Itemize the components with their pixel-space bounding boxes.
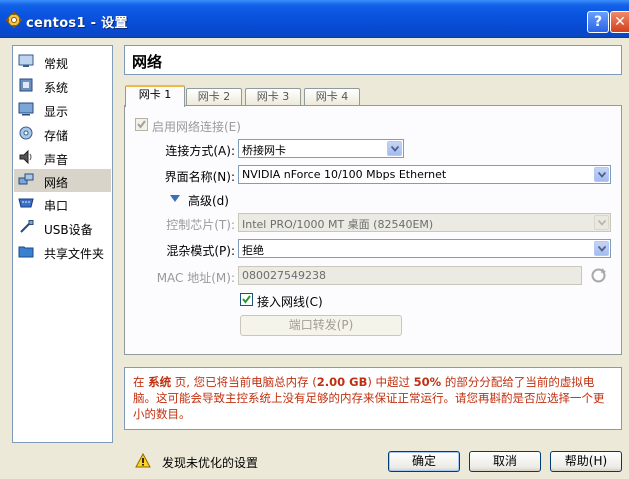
page-title: 网络 — [124, 45, 622, 75]
warning-link-system[interactable]: 系统 — [148, 375, 171, 389]
tab-adapter-1[interactable]: 网卡 1 — [125, 85, 185, 107]
warning-text: ) 中超过 — [367, 375, 414, 389]
audio-icon — [19, 150, 32, 164]
promiscuous-mode-label: 混杂模式(P): — [166, 244, 235, 258]
ok-button[interactable]: 确定 — [388, 451, 460, 472]
general-icon — [18, 54, 34, 67]
warning-text: 在 — [133, 375, 149, 389]
cable-connected-label: 接入网线(C) — [257, 295, 323, 309]
warning-message: 在 系统 页, 您已将当前电脑总内存 (2.00 GB) 中超过 50% 的部分… — [124, 367, 622, 430]
usb-icon — [20, 220, 34, 233]
display-icon — [18, 102, 34, 116]
status-text: 发现未优化的设置 — [162, 456, 259, 470]
cable-connected-checkbox[interactable] — [240, 293, 253, 306]
attached-to-label: 连接方式(A): — [165, 144, 235, 158]
chevron-down-icon — [594, 215, 609, 230]
help-button[interactable]: 帮助(H) — [550, 451, 622, 472]
interface-name-select[interactable]: NVIDIA nForce 10/100 Mbps Ethernet — [238, 165, 611, 184]
port-forwarding-button[interactable]: 端口转发(P) — [240, 315, 402, 336]
nav-label: 系统 — [44, 81, 69, 95]
nav-label: USB设备 — [44, 223, 93, 237]
adapter-type-label: 控制芯片(T): — [166, 218, 235, 232]
nav-label: 串口 — [44, 199, 69, 213]
warning-text: 页, 您已将当前电脑总内存 ( — [171, 375, 317, 389]
mac-address-field[interactable]: 080027549238 — [238, 266, 582, 285]
promiscuous-mode-value: 拒绝 — [242, 244, 264, 257]
nav-item-shared-folders[interactable]: 共享文件夹 — [14, 240, 111, 263]
nav-label: 网络 — [44, 176, 69, 190]
help-title-button[interactable]: ? — [587, 11, 609, 33]
adapter-type-value: Intel PRO/1000 MT 桌面 (82540EM) — [242, 218, 434, 231]
nav-item-network[interactable]: 网络 — [14, 169, 111, 192]
enable-adapter-label: 启用网络连接(E) — [152, 120, 241, 134]
close-button[interactable]: ✕ — [610, 11, 629, 33]
nav-label: 常规 — [44, 57, 69, 71]
attached-to-select[interactable]: 桥接网卡 — [238, 139, 404, 158]
nav-label: 声音 — [44, 153, 69, 167]
nav-item-usb[interactable]: USB设备 — [14, 216, 111, 239]
window-title: centos1 - 设置 — [26, 16, 128, 31]
settings-nav: 常规 系统 显示 存储 声音 网络 串口 USB设备 共享文件夹 — [12, 45, 113, 443]
advanced-toggle[interactable]: 高级(d) — [188, 192, 229, 209]
nav-item-audio[interactable]: 声音 — [14, 146, 111, 169]
enable-adapter-checkbox[interactable] — [135, 118, 148, 131]
nav-label: 显示 — [44, 105, 69, 119]
storage-icon — [19, 126, 33, 140]
system-icon — [19, 78, 33, 92]
refresh-icon[interactable] — [590, 267, 607, 284]
tab-adapter-3[interactable]: 网卡 3 — [245, 88, 301, 106]
interface-name-label: 界面名称(N): — [164, 170, 235, 184]
tab-adapter-2[interactable]: 网卡 2 — [186, 88, 242, 106]
nav-label: 存储 — [44, 129, 69, 143]
gear-icon — [6, 12, 22, 28]
nav-item-display[interactable]: 显示 — [14, 98, 111, 121]
chevron-down-icon — [594, 167, 609, 182]
promiscuous-mode-select[interactable]: 拒绝 — [238, 239, 611, 258]
nav-item-storage[interactable]: 存储 — [14, 122, 111, 145]
nav-label: 共享文件夹 — [44, 247, 105, 261]
expand-arrow-icon[interactable] — [170, 195, 180, 203]
mac-address-label: MAC 地址(M): — [156, 271, 235, 285]
warning-memory-value: 2.00 GB — [316, 375, 368, 389]
warning-icon — [135, 453, 151, 468]
cancel-button[interactable]: 取消 — [469, 451, 541, 472]
network-icon — [18, 173, 34, 185]
nav-item-serial-port[interactable]: 串口 — [14, 192, 111, 215]
shared-folder-icon — [18, 246, 34, 258]
nav-item-system[interactable]: 系统 — [14, 74, 111, 97]
checkmark-icon — [137, 120, 146, 129]
chevron-down-icon — [387, 141, 402, 156]
adapter-type-select[interactable]: Intel PRO/1000 MT 桌面 (82540EM) — [238, 213, 611, 232]
nav-item-general[interactable]: 常规 — [14, 50, 111, 73]
tab-adapter-4[interactable]: 网卡 4 — [304, 88, 360, 106]
warning-percent-value: 50% — [413, 375, 442, 389]
title-bar: centos1 - 设置 ? ✕ — [0, 0, 629, 38]
checkmark-icon — [242, 295, 251, 304]
chevron-down-icon — [594, 241, 609, 256]
attached-to-value: 桥接网卡 — [242, 144, 286, 157]
interface-name-value: NVIDIA nForce 10/100 Mbps Ethernet — [242, 168, 447, 181]
serial-port-icon — [18, 198, 34, 208]
adapter-panel: 启用网络连接(E) 连接方式(A): 桥接网卡 界面名称(N): NVIDIA … — [124, 105, 622, 355]
